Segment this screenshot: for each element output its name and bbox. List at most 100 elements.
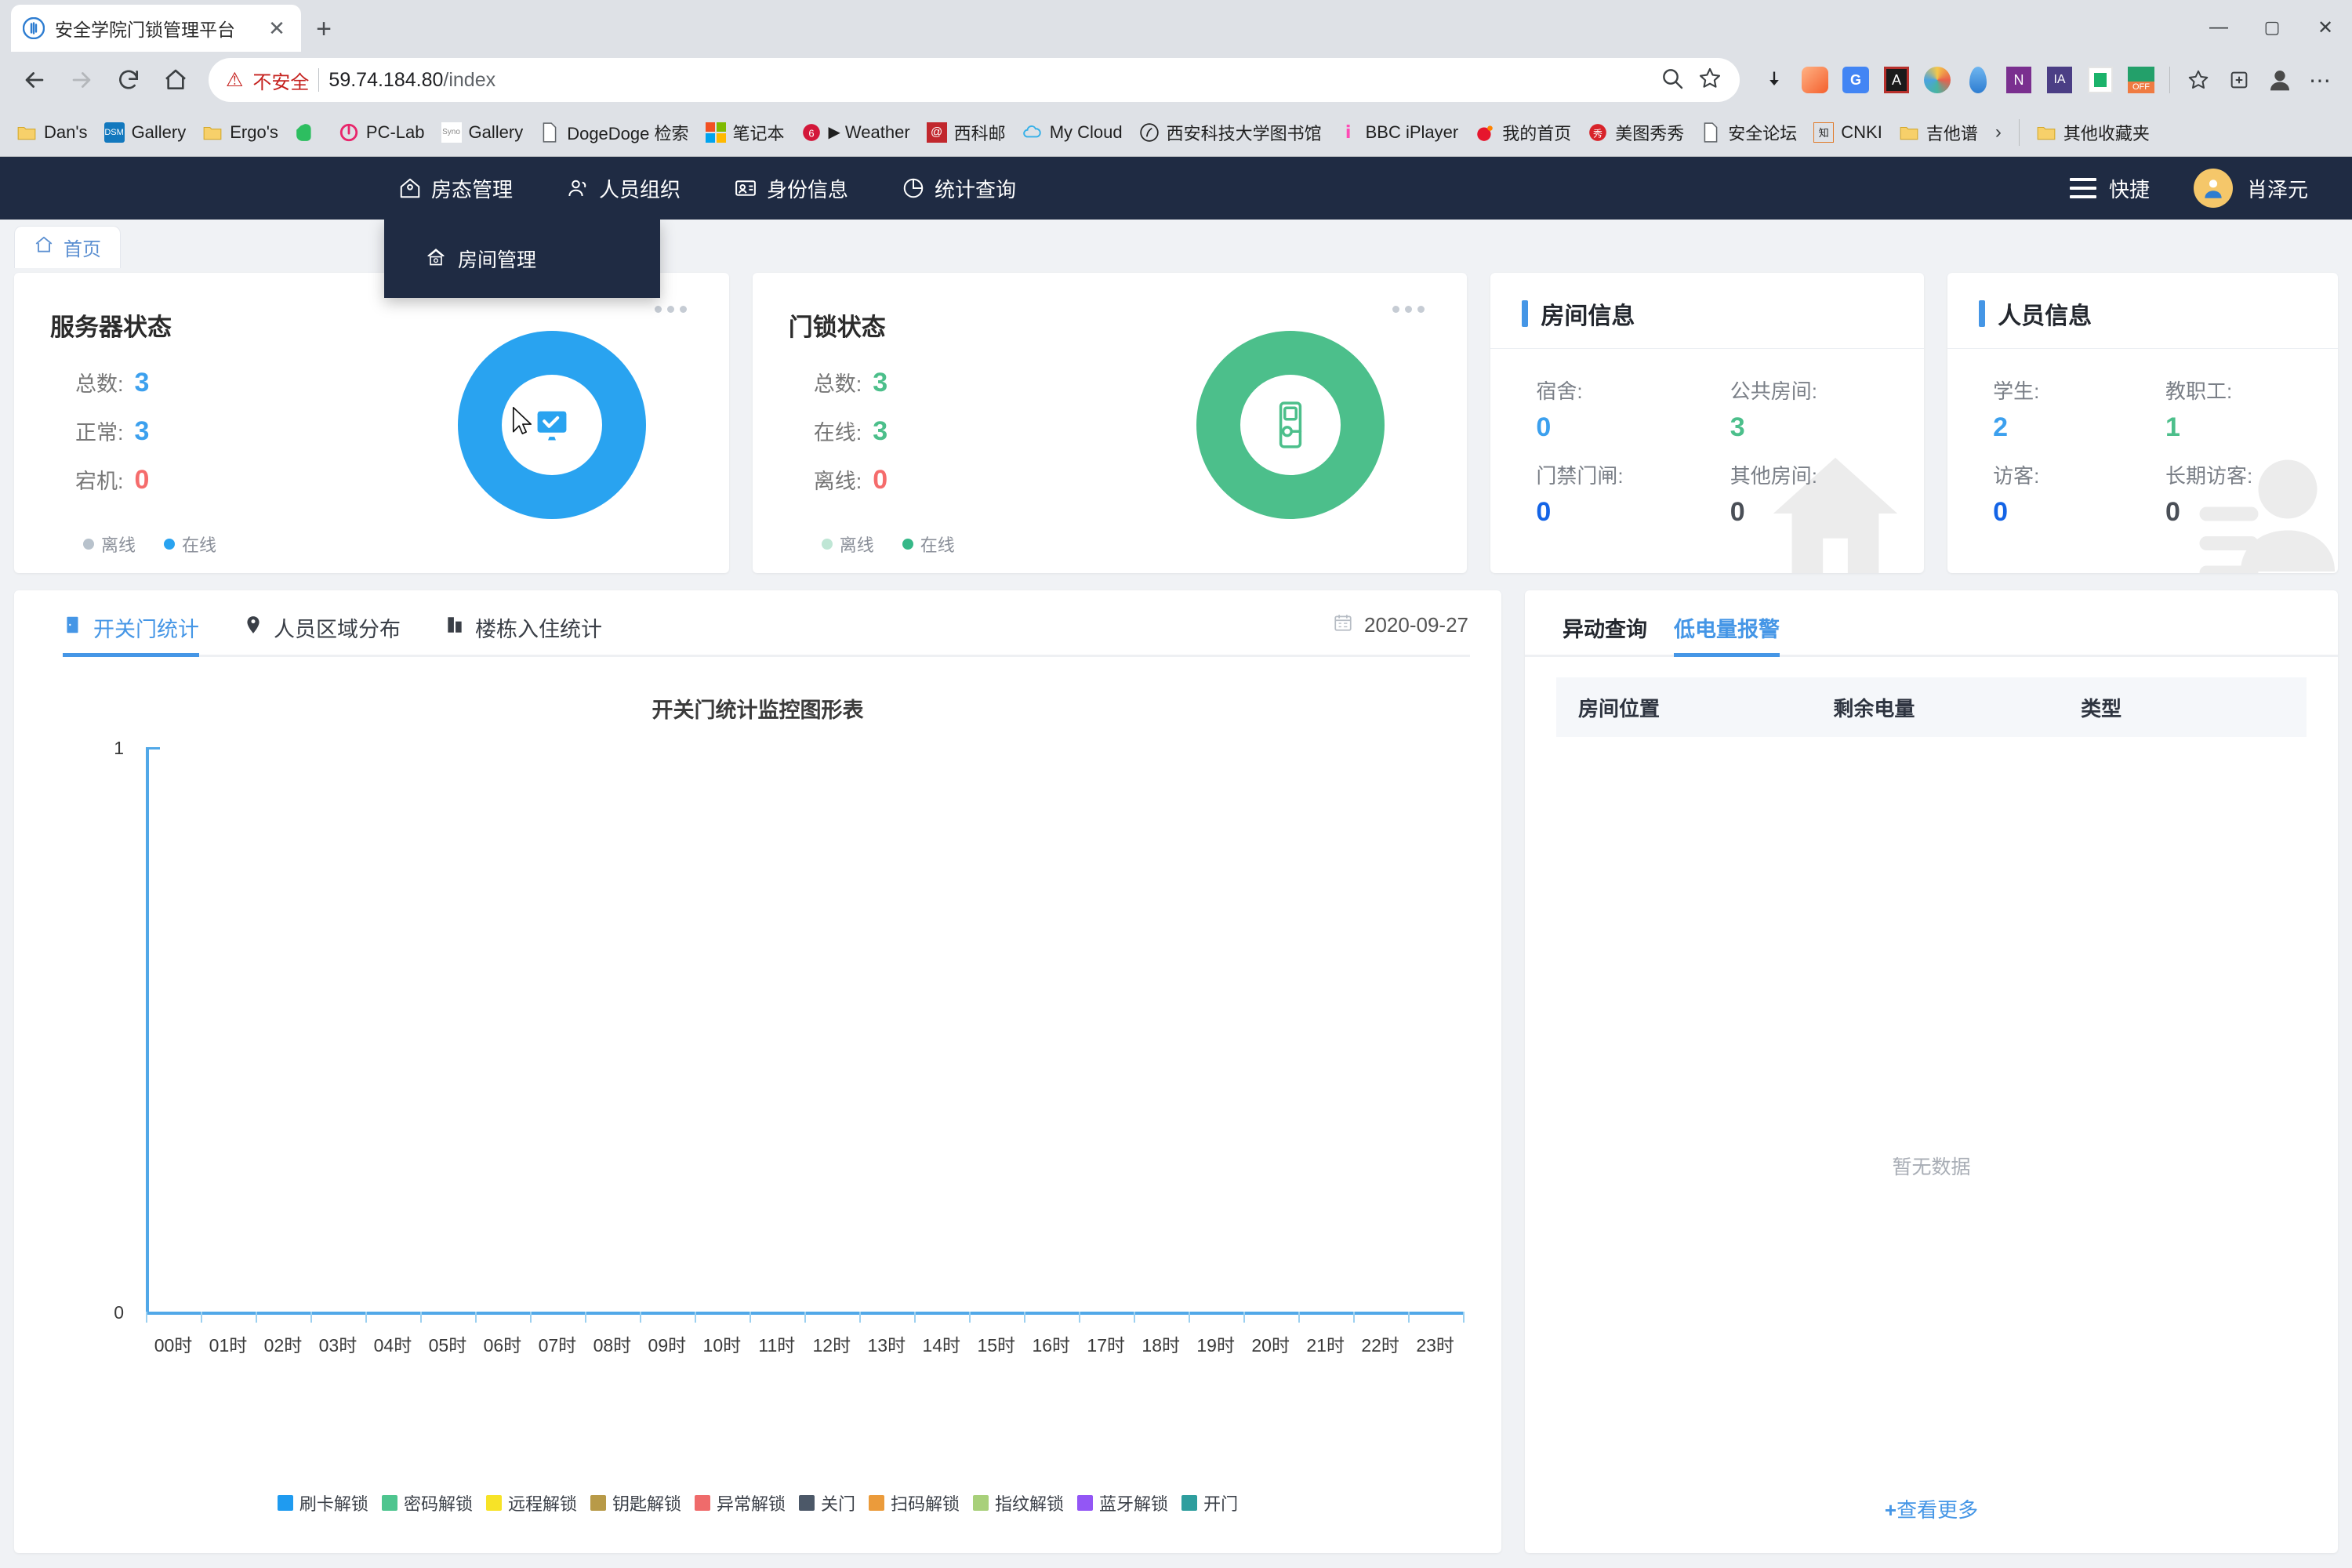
blue-drop-icon[interactable] [1959, 61, 1997, 99]
bbc-icon: ⅰ [1345, 122, 1352, 142]
bookmark-item[interactable]: 知 CNKI [1806, 117, 1889, 148]
x-tick [200, 1312, 202, 1323]
x-tick-label: 20时 [1251, 1335, 1290, 1356]
nav-item-personnel[interactable]: 人员组织 [560, 157, 687, 220]
alerts-table-header: 房间位置 剩余电量 类型 [1556, 677, 2307, 737]
x-tick-label: 05时 [428, 1335, 467, 1356]
bookmarks-overflow-chevron-icon[interactable]: › [1987, 122, 2009, 143]
home-button[interactable] [154, 58, 198, 102]
bookmark-label: Dan's [44, 122, 88, 142]
lock-card-more-icon[interactable] [1392, 306, 1425, 313]
chart-legend-item[interactable]: 蓝牙解锁 [1077, 1490, 1168, 1515]
bookmark-item[interactable]: ⅰ BBC iPlayer [1331, 117, 1465, 148]
tab-label: 异动查询 [1563, 618, 1647, 641]
forward-button[interactable] [60, 58, 103, 102]
address-bar[interactable]: ⚠ 不安全 59.74.184.80/index [209, 58, 1740, 102]
bookmark-item[interactable]: 6 ▶ Weather [794, 117, 916, 148]
chart-legend-item[interactable]: 关门 [799, 1490, 855, 1515]
omnibox-search-icon[interactable] [1660, 66, 1685, 95]
chart-legend-item[interactable]: 指纹解锁 [973, 1490, 1064, 1515]
legend-label: 钥匙解锁 [612, 1494, 681, 1514]
bookmark-item[interactable] [288, 117, 328, 148]
reload-button[interactable] [107, 58, 151, 102]
x-tick [1243, 1312, 1245, 1323]
bookmark-item[interactable]: PC-Lab [332, 117, 431, 148]
extension-orange-icon[interactable] [1796, 61, 1834, 99]
tab-low-battery-alert[interactable]: 低电量报警 [1674, 612, 1780, 657]
add-collection-icon[interactable] [2220, 61, 2258, 99]
library-icon [1138, 122, 1160, 143]
extension-toolbar: G A N IA OFF ⋯ [1751, 61, 2339, 99]
browser-menu-icon[interactable]: ⋯ [2302, 61, 2339, 99]
bookmark-star-icon[interactable] [1697, 66, 1722, 95]
x-tick [365, 1312, 367, 1323]
chart-legend-item[interactable]: 密码解锁 [381, 1490, 473, 1515]
x-tick-label: 16时 [1032, 1335, 1071, 1356]
downloads-icon[interactable] [1755, 61, 1793, 99]
window-maximize-button[interactable]: ▢ [2245, 3, 2299, 52]
bookmark-item[interactable]: Ergo's [195, 117, 285, 148]
profile-avatar-icon[interactable] [2261, 61, 2299, 99]
bookmark-item[interactable]: 秀 美图秀秀 [1581, 115, 1690, 150]
bookmark-item[interactable]: DogeDoge 检索 [532, 115, 695, 150]
bookmark-item[interactable]: 我的首页 [1468, 115, 1577, 150]
x-tick-label: 03时 [318, 1335, 358, 1356]
tab-close-icon[interactable]: ✕ [263, 18, 290, 38]
tab-anomaly-query[interactable]: 异动查询 [1563, 612, 1647, 657]
internet-archive-icon[interactable]: IA [2041, 61, 2078, 99]
bookmark-item[interactable]: 安全论坛 [1693, 115, 1803, 150]
user-menu[interactable]: 肖泽元 [2193, 169, 2308, 208]
google-translate-icon[interactable]: G [1837, 61, 1875, 99]
view-more-link[interactable]: +查看更多 [1525, 1494, 2338, 1523]
bookmark-item[interactable]: My Cloud [1015, 117, 1129, 148]
chart-legend-item[interactable]: 扫码解锁 [869, 1490, 960, 1515]
bookmark-item[interactable]: 笔记本 [699, 115, 791, 150]
colorful-extension-icon[interactable] [1918, 61, 1956, 99]
server-card-more-icon[interactable] [654, 306, 687, 313]
bookmark-item[interactable]: 西安科技大学图书馆 [1132, 115, 1328, 150]
adblock-off-icon[interactable]: OFF [2122, 61, 2160, 99]
other-bookmarks-folder[interactable]: 其他收藏夹 [2029, 115, 2156, 150]
page-icon [539, 122, 561, 143]
back-button[interactable] [13, 58, 56, 102]
window-minimize-button[interactable]: — [2192, 3, 2245, 52]
date-picker[interactable]: 2020-09-27 [1333, 612, 1468, 638]
bookmark-item[interactable]: @ 西科邮 [920, 115, 1012, 150]
x-tick [530, 1312, 532, 1323]
dropdown-item-room-management[interactable]: 房间管理 [384, 237, 660, 281]
breadcrumb-tab-home[interactable]: 首页 [14, 226, 121, 268]
tab-building-occupancy[interactable]: 楼栋入住统计 [445, 612, 602, 657]
new-tab-button[interactable]: + [301, 6, 347, 52]
nav-item-identity[interactable]: 身份信息 [728, 157, 855, 220]
browser-tab[interactable]: 安全学院门锁管理平台 ✕ [11, 5, 301, 52]
tab-door-stats[interactable]: 开关门统计 [63, 612, 199, 657]
tab-area-distribution[interactable]: 人员区域分布 [243, 612, 401, 657]
person-info-card: 人员信息 学生: 2 教职工: 1 访客: 0 长期访客: 0 [1947, 273, 2338, 573]
nav-item-room-status[interactable]: 房态管理 [392, 157, 519, 220]
collections-star-icon[interactable] [2180, 61, 2217, 99]
bookmark-item[interactable]: Dan's [9, 117, 94, 148]
stat-value: 0 [134, 465, 150, 495]
chart-legend-item[interactable]: 刷卡解锁 [277, 1490, 368, 1515]
bookmark-item[interactable]: DSM Gallery [97, 117, 193, 148]
quick-menu-button[interactable]: 快捷 [2069, 174, 2150, 203]
tab-title: 安全学院门锁管理平台 [55, 20, 235, 40]
chart-legend-item[interactable]: 开门 [1181, 1490, 1238, 1515]
chart-legend-item[interactable]: 远程解锁 [485, 1490, 577, 1515]
legend-swatch [485, 1495, 502, 1511]
bookmark-item[interactable]: 吉他谱 [1892, 115, 1984, 150]
bookmark-item[interactable]: Syno Gallery [434, 117, 530, 148]
x-tick-label: 02时 [263, 1335, 303, 1356]
green-note-icon[interactable] [2082, 61, 2119, 99]
legend-item: 离线 [83, 532, 136, 557]
smart-lock-icon [1196, 331, 1385, 519]
kv-item: 长期访客: 0 [2165, 460, 2338, 528]
onenote-icon[interactable]: N [2000, 61, 2038, 99]
chart-legend-item[interactable]: 异常解锁 [694, 1490, 786, 1515]
nav-item-statistics[interactable]: 统计查询 [895, 157, 1022, 220]
chart-legend-item[interactable]: 钥匙解锁 [590, 1490, 681, 1515]
window-close-button[interactable]: ✕ [2299, 3, 2352, 52]
x-tick [804, 1312, 806, 1323]
syno-icon: Syno [441, 122, 463, 143]
adobe-acrobat-icon[interactable]: A [1878, 61, 1915, 99]
